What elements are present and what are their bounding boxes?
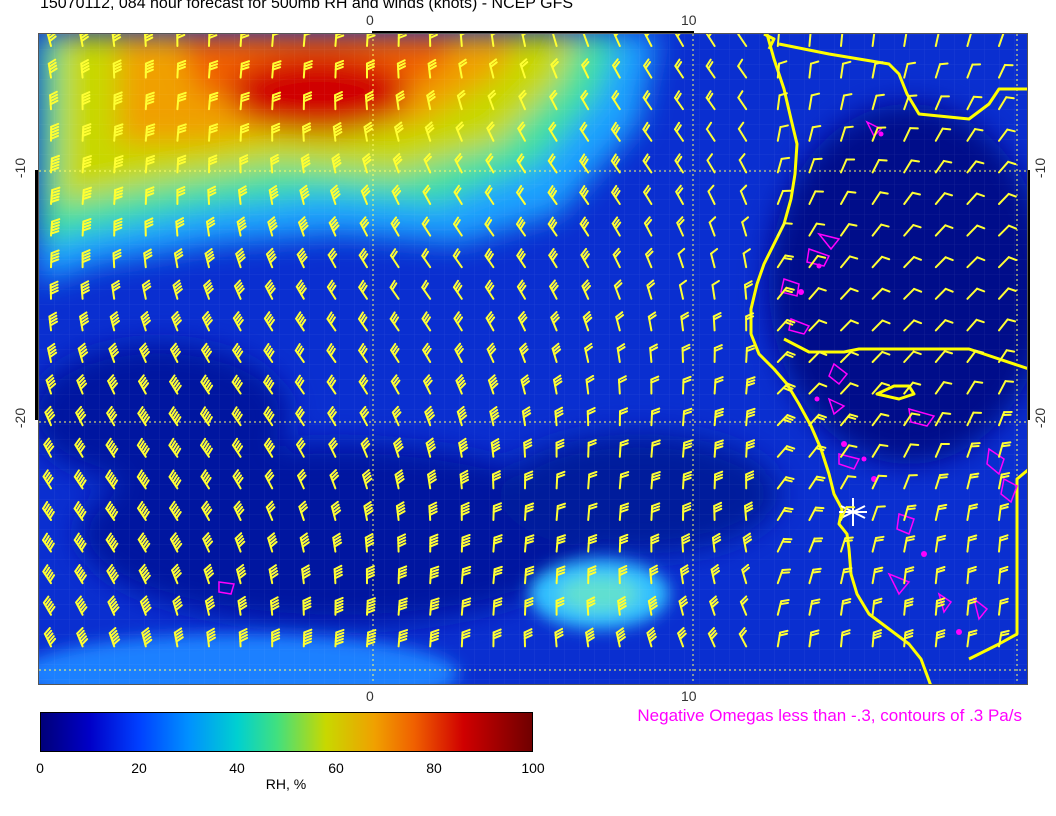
lon-tick-top-10: 10: [681, 12, 697, 28]
colorbar-tick-0: 0: [36, 760, 44, 776]
lon-tick-top-0: 0: [366, 12, 374, 28]
colorbar-label: RH, %: [265, 776, 307, 792]
lat-tick-left-20: -20: [12, 407, 29, 429]
rh-colorbar: [40, 712, 533, 752]
lon-tick-bottom-0: 0: [366, 688, 374, 704]
map-canvas: [39, 34, 1027, 684]
fine-grid: [39, 34, 1027, 684]
colorbar-tick-40: 40: [229, 760, 245, 776]
lat-tick-left-10: -10: [12, 157, 29, 179]
colorbar-tick-80: 80: [426, 760, 442, 776]
lat-tick-right-10: -10: [1032, 157, 1049, 179]
lat-tick-right-20: -20: [1032, 407, 1049, 429]
colorbar-tick-60: 60: [328, 760, 344, 776]
colorbar-tick-20: 20: [131, 760, 147, 776]
lon-tick-bottom-10: 10: [681, 688, 697, 704]
map-title: 15070112, 084 hour forecast for 500mb RH…: [40, 0, 574, 12]
rh-wind-map: [38, 33, 1028, 685]
omega-note: Negative Omegas less than -.3, contours …: [637, 706, 1022, 725]
colorbar-tick-100: 100: [521, 760, 545, 776]
